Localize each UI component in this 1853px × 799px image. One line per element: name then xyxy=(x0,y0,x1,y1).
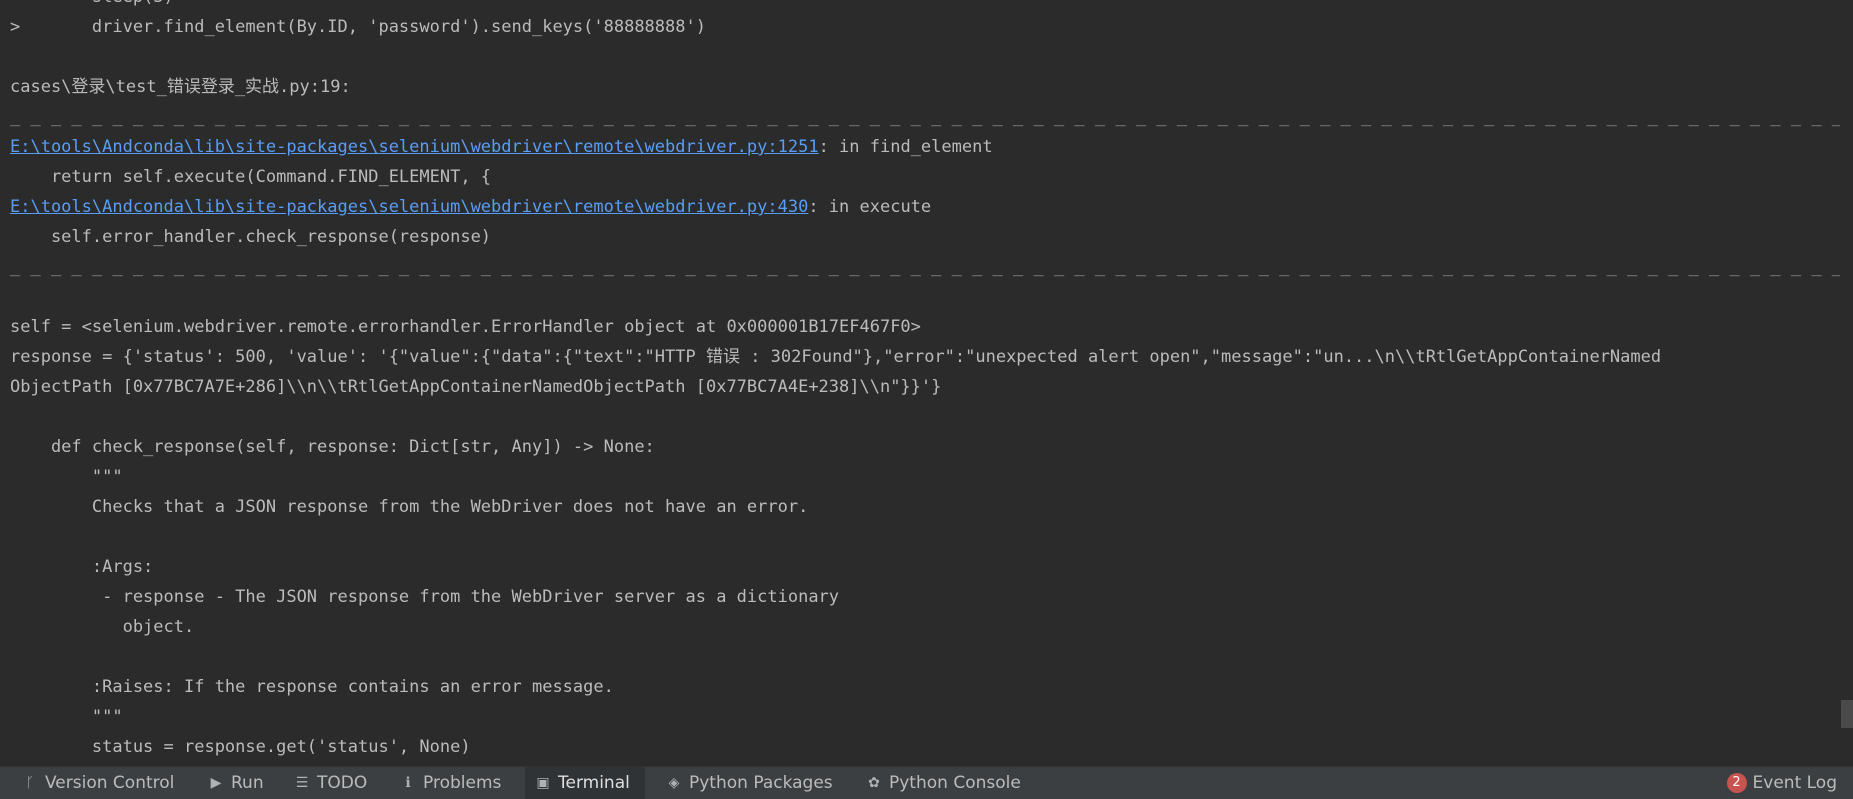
tool-window-bar: ᚴ Version Control ▶ Run ☰ TODO ℹ Problem… xyxy=(0,766,1853,799)
event-count-badge: 2 xyxy=(1726,773,1747,793)
list-icon: ☰ xyxy=(295,775,309,791)
python-packages-tab[interactable]: ◈ Python Packages xyxy=(656,767,843,799)
python-console-label: Python Console xyxy=(889,773,1021,793)
separator-line: _ _ _ _ _ _ _ _ _ _ _ _ _ _ _ _ _ _ _ _ … xyxy=(10,107,1840,127)
terminal-lines: sleep(3) > driver.find_element(By.ID, 'pa… xyxy=(10,0,1840,762)
version-control-tab[interactable]: ᚴ Version Control xyxy=(12,767,184,799)
todo-tab[interactable]: ☰ TODO xyxy=(284,767,377,799)
output-line: E:\tools\Andconda\lib\site-packages\sele… xyxy=(10,132,1840,162)
terminal-label: Terminal xyxy=(558,773,630,793)
output-line: response = {'status': 500, 'value': '{"v… xyxy=(10,347,1662,367)
layers-icon: ◈ xyxy=(668,775,680,791)
line-text: : in find_element xyxy=(818,137,993,157)
output-line: :Raises: If the response contains an err… xyxy=(10,677,614,697)
output-line: Checks that a JSON response from the Web… xyxy=(10,497,809,517)
branch-icon: ᚴ xyxy=(25,775,35,791)
todo-label: TODO xyxy=(317,773,368,793)
scrollbar-thumb[interactable] xyxy=(1841,700,1853,728)
output-line: def check_response(self, response: Dict[… xyxy=(10,437,655,457)
event-log-tab[interactable]: 2 Event Log xyxy=(1717,767,1847,799)
problems-label: Problems xyxy=(423,773,502,793)
output-line: > driver.find_element(By.ID, 'password')… xyxy=(10,17,706,37)
output-line: sleep(3) xyxy=(10,0,1840,12)
file-link[interactable]: E:\tools\Andconda\lib\site-packages\sele… xyxy=(10,137,819,157)
terminal-output[interactable]: sleep(3) > driver.find_element(By.ID, 'pa… xyxy=(0,0,1853,766)
output-line: status = response.get('status', None) xyxy=(10,737,471,757)
output-line: self.error_handler.check_response(respon… xyxy=(10,227,492,247)
line-text: : in execute xyxy=(808,197,932,217)
separator-line: _ _ _ _ _ _ _ _ _ _ _ _ _ _ _ _ _ _ _ _ … xyxy=(10,257,1840,277)
run-tab[interactable]: ▶ Run xyxy=(198,767,274,799)
output-line: ObjectPath [0x77BC7A7E+286]\\n\\tRtlGetA… xyxy=(10,377,942,397)
output-line: cases\登录\test_错误登录_实战.py:19: xyxy=(10,77,351,97)
output-line: """ xyxy=(10,467,123,487)
problems-tab[interactable]: ℹ Problems xyxy=(390,767,511,799)
play-icon: ▶ xyxy=(210,775,222,791)
alert-circle-icon: ℹ xyxy=(405,775,411,791)
version-control-label: Version Control xyxy=(45,773,175,793)
output-line: object. xyxy=(10,617,195,637)
python-packages-label: Python Packages xyxy=(689,773,833,793)
output-line: """ xyxy=(10,707,123,727)
file-link[interactable]: E:\tools\Andconda\lib\site-packages\sele… xyxy=(10,197,808,217)
event-log-label: Event Log xyxy=(1752,773,1837,793)
python-console-tab[interactable]: ✿ Python Console xyxy=(856,767,1031,799)
ide-window: sleep(3) > driver.find_element(By.ID, 'pa… xyxy=(0,0,1853,799)
output-line: return self.execute(Command.FIND_ELEMENT… xyxy=(10,167,492,187)
terminal-icon: ▣ xyxy=(536,775,550,791)
output-line: :Args: xyxy=(10,557,154,577)
output-line: self = <selenium.webdriver.remote.errorh… xyxy=(10,317,921,337)
terminal-tab[interactable]: ▣ Terminal xyxy=(525,767,645,799)
output-line: E:\tools\Andconda\lib\site-packages\sele… xyxy=(10,192,1840,222)
output-line: - response - The JSON response from the … xyxy=(10,587,840,607)
python-icon: ✿ xyxy=(868,775,880,791)
run-label: Run xyxy=(231,773,264,793)
